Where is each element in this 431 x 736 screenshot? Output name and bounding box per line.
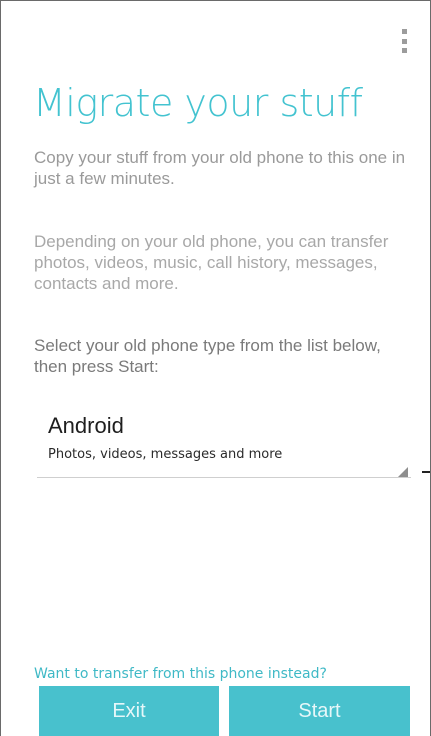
phone-type-dropdown[interactable]: Android Photos, videos, messages and mor… <box>37 407 411 479</box>
selected-phone-type-description: Photos, videos, messages and more <box>48 447 283 462</box>
page-title: Migrate your stuff <box>33 81 363 125</box>
menu-dot <box>401 38 407 44</box>
dropdown-underline <box>37 477 411 478</box>
start-button[interactable]: Start <box>229 686 410 736</box>
selected-phone-type: Android <box>48 413 124 438</box>
migrate-screen: Migrate your stuff Copy your stuff from … <box>0 0 431 736</box>
dropdown-arrow-icon <box>398 467 408 477</box>
edge-divider <box>422 471 430 473</box>
intro-text: Copy your stuff from your old phone to t… <box>34 148 406 188</box>
menu-dot <box>401 48 407 53</box>
transfer-from-this-phone-link[interactable]: Want to transfer from this phone instead… <box>34 666 327 682</box>
overflow-menu-icon[interactable] <box>400 29 408 53</box>
details-text: Depending on your old phone, you can tra… <box>34 232 389 293</box>
instruction-text: Select your old phone type from the list… <box>34 336 381 376</box>
menu-dot <box>401 29 407 34</box>
exit-button[interactable]: Exit <box>39 686 219 736</box>
